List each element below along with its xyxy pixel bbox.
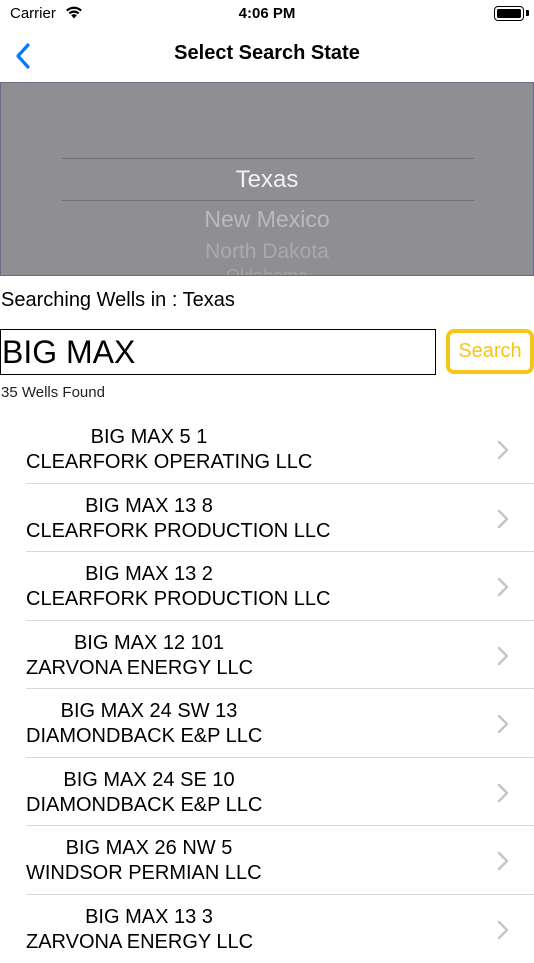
chevron-right-icon: [497, 714, 509, 734]
search-button[interactable]: Search: [446, 329, 534, 374]
chevron-right-icon: [497, 577, 509, 597]
search-input[interactable]: [0, 329, 436, 375]
well-name: BIG MAX 12 101: [26, 631, 272, 655]
chevron-right-icon: [497, 440, 509, 460]
well-name: BIG MAX 5 1: [26, 425, 272, 449]
result-count: 35 Wells Found: [1, 384, 105, 401]
battery-tip: [526, 10, 529, 16]
well-operator: CLEARFORK PRODUCTION LLC: [26, 519, 331, 543]
well-name: BIG MAX 24 SE 10: [26, 768, 272, 792]
well-name: BIG MAX 24 SW 13: [26, 699, 272, 723]
well-row[interactable]: BIG MAX 24 SW 13 DIAMONDBACK E&P LLC: [0, 689, 534, 758]
picker-option-new-mexico[interactable]: New Mexico: [1, 206, 533, 233]
well-name: BIG MAX 13 2: [26, 562, 272, 586]
well-row[interactable]: BIG MAX 13 3 ZARVONA ENERGY LLC: [0, 895, 534, 963]
chevron-right-icon: [497, 851, 509, 871]
search-status-label: Searching Wells in : Texas: [1, 289, 235, 312]
well-operator: DIAMONDBACK E&P LLC: [26, 793, 262, 817]
picker-option-texas[interactable]: Texas: [1, 166, 533, 194]
well-operator: ZARVONA ENERGY LLC: [26, 656, 253, 680]
picker-option-north-dakota[interactable]: North Dakota: [1, 240, 533, 264]
chevron-right-icon: [497, 646, 509, 666]
chevron-right-icon: [497, 783, 509, 803]
battery-icon: [494, 6, 524, 21]
picker-selection-bottom: [62, 200, 474, 201]
well-row[interactable]: BIG MAX 24 SE 10 DIAMONDBACK E&P LLC: [0, 758, 534, 827]
picker-option-oklahoma[interactable]: Oklahoma: [1, 266, 533, 276]
well-name: BIG MAX 26 NW 5: [26, 836, 272, 860]
clock: 4:06 PM: [0, 5, 534, 22]
page-title: Select Search State: [0, 42, 534, 65]
navigation-bar: Select Search State: [0, 30, 534, 82]
chevron-right-icon: [497, 920, 509, 940]
state-picker[interactable]: Texas New Mexico North Dakota Oklahoma: [0, 82, 534, 276]
well-name: BIG MAX 13 3: [26, 905, 272, 929]
well-operator: WINDSOR PERMIAN LLC: [26, 861, 262, 885]
status-bar: Carrier 4:06 PM: [0, 0, 534, 30]
well-name: BIG MAX 13 8: [26, 494, 272, 518]
well-row[interactable]: BIG MAX 26 NW 5 WINDSOR PERMIAN LLC: [0, 826, 534, 895]
well-list: BIG MAX 5 1 CLEARFORK OPERATING LLC BIG …: [0, 415, 534, 963]
well-row[interactable]: BIG MAX 13 8 CLEARFORK PRODUCTION LLC: [0, 484, 534, 553]
well-operator: CLEARFORK PRODUCTION LLC: [26, 587, 331, 611]
chevron-right-icon: [497, 509, 509, 529]
well-operator: DIAMONDBACK E&P LLC: [26, 724, 262, 748]
well-row[interactable]: BIG MAX 13 2 CLEARFORK PRODUCTION LLC: [0, 552, 534, 621]
well-row[interactable]: BIG MAX 12 101 ZARVONA ENERGY LLC: [0, 621, 534, 690]
well-row[interactable]: BIG MAX 5 1 CLEARFORK OPERATING LLC: [0, 415, 534, 484]
picker-selection-top: [62, 158, 474, 159]
well-operator: CLEARFORK OPERATING LLC: [26, 450, 312, 474]
